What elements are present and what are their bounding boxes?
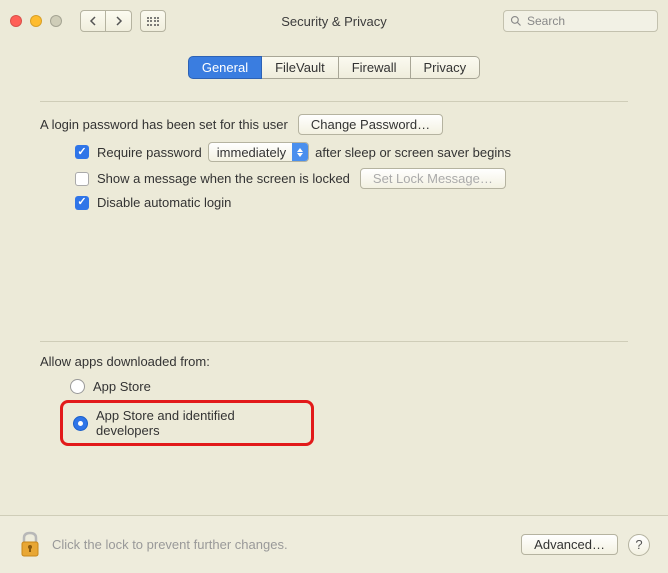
download-heading: Allow apps downloaded from: — [40, 354, 628, 369]
tab-firewall[interactable]: Firewall — [339, 56, 411, 79]
require-password-label: Require password — [97, 145, 202, 160]
login-password-text: A login password has been set for this u… — [40, 117, 288, 132]
zoom-window-button — [50, 15, 62, 27]
radio-appstore[interactable] — [70, 379, 85, 394]
tab-group: General FileVault Firewall Privacy — [0, 56, 668, 79]
search-field-wrap[interactable] — [503, 10, 658, 32]
window-controls — [10, 15, 62, 27]
lock-area: Click the lock to prevent further change… — [18, 530, 288, 560]
highlight-box: App Store and identified developers — [60, 400, 314, 446]
radio-appstore-row: App Store — [70, 379, 628, 394]
forward-button[interactable] — [106, 10, 132, 32]
disable-autologin-label: Disable automatic login — [97, 195, 231, 210]
set-lock-message-button: Set Lock Message… — [360, 168, 506, 189]
chevron-left-icon — [89, 16, 97, 26]
back-button[interactable] — [80, 10, 106, 32]
window-title: Security & Privacy — [281, 14, 386, 29]
radio-appstore-label: App Store — [93, 379, 151, 394]
close-window-button[interactable] — [10, 15, 22, 27]
footer: Click the lock to prevent further change… — [0, 515, 668, 573]
require-after-text: after sleep or screen saver begins — [315, 145, 511, 160]
search-icon — [510, 15, 522, 27]
radio-identified-label: App Store and identified developers — [96, 408, 301, 438]
change-password-button[interactable]: Change Password… — [298, 114, 443, 135]
login-password-row: A login password has been set for this u… — [40, 114, 628, 135]
divider — [40, 341, 628, 342]
nav-arrows — [80, 10, 132, 32]
disable-autologin-row: Disable automatic login — [75, 195, 628, 210]
radio-identified-row: App Store and identified developers — [73, 408, 301, 438]
select-arrows-icon — [292, 142, 308, 162]
help-button[interactable]: ? — [628, 534, 650, 556]
tab-filevault[interactable]: FileVault — [262, 56, 339, 79]
lock-text: Click the lock to prevent further change… — [52, 537, 288, 552]
titlebar: Security & Privacy — [0, 0, 668, 42]
footer-right: Advanced… ? — [521, 534, 650, 556]
tab-general[interactable]: General — [188, 56, 262, 79]
show-message-checkbox[interactable] — [75, 172, 89, 186]
show-message-label: Show a message when the screen is locked — [97, 171, 350, 186]
chevron-right-icon — [115, 16, 123, 26]
radio-identified[interactable] — [73, 416, 88, 431]
require-timing-select[interactable]: immediately — [208, 142, 309, 162]
show-all-button[interactable] — [140, 10, 166, 32]
minimize-window-button[interactable] — [30, 15, 42, 27]
require-password-checkbox[interactable] — [75, 145, 89, 159]
general-pane: A login password has been set for this u… — [0, 79, 668, 226]
tab-privacy[interactable]: Privacy — [411, 56, 481, 79]
advanced-button[interactable]: Advanced… — [521, 534, 618, 555]
show-message-row: Show a message when the screen is locked… — [75, 168, 628, 189]
disable-autologin-checkbox[interactable] — [75, 196, 89, 210]
grid-icon — [147, 17, 160, 26]
search-input[interactable] — [527, 14, 651, 28]
download-section: Allow apps downloaded from: App Store Ap… — [0, 341, 668, 446]
divider — [40, 101, 628, 102]
require-timing-value: immediately — [217, 145, 286, 160]
lock-icon[interactable] — [18, 530, 42, 560]
require-password-row: Require password immediately after sleep… — [75, 142, 628, 162]
